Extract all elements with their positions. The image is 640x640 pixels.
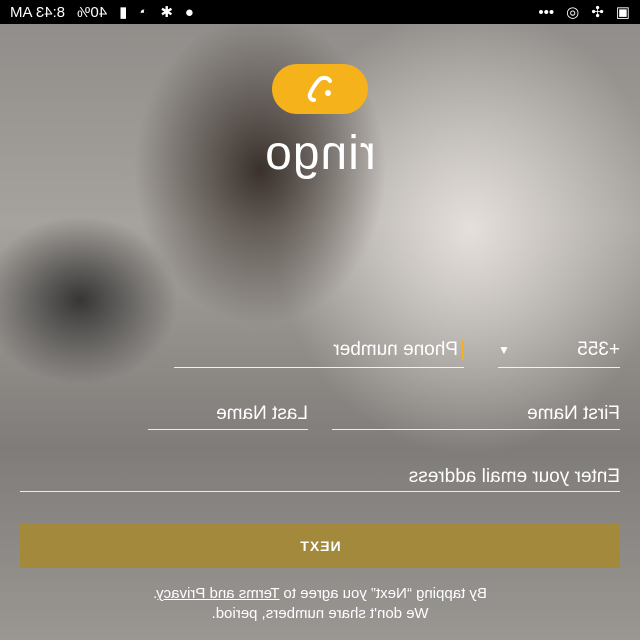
phone-handset-icon: [307, 75, 332, 102]
wifi-icon: ◔: [139, 3, 149, 21]
next-button-label: NEXT: [299, 538, 341, 554]
logo-area: ringo: [0, 64, 640, 181]
phone-placeholder: Phone number: [333, 338, 458, 360]
legal-notice: By tapping “Next” you agree to Terms and…: [20, 584, 620, 624]
battery-icon: ▮: [119, 4, 128, 21]
image-icon: ▣: [615, 4, 630, 21]
last-name-placeholder: Last Name: [216, 402, 308, 424]
chevron-down-icon: ▼: [498, 342, 510, 357]
app-screen: ▣ ✣ ◎ ••• ● ✱ ◔ ▮ 40% 8:43 AM ringo +355…: [0, 0, 640, 640]
next-button[interactable]: NEXT: [20, 524, 620, 568]
first-name-input[interactable]: First Name: [332, 398, 620, 430]
logo-badge: [272, 64, 368, 114]
location-icon: ●: [184, 3, 195, 21]
country-code-value: +355: [577, 338, 620, 360]
legal-prefix: By tapping “Next” you agree to: [283, 585, 487, 602]
email-placeholder: Enter your email address: [408, 465, 620, 487]
last-name-input[interactable]: Last Name: [148, 398, 308, 430]
status-right: ● ✱ ◔ ▮ 40% 8:43 AM: [10, 3, 195, 22]
first-name-placeholder: First Name: [527, 402, 620, 424]
legal-line-1: By tapping “Next” you agree to Terms and…: [20, 584, 620, 604]
country-code-selector[interactable]: +355 ▼: [498, 332, 620, 368]
more-icon: •••: [538, 3, 555, 21]
mirrored-content: ▣ ✣ ◎ ••• ● ✱ ◔ ▮ 40% 8:43 AM ringo +355…: [0, 0, 640, 640]
status-left: ▣ ✣ ◎ •••: [538, 3, 630, 22]
status-bar: ▣ ✣ ◎ ••• ● ✱ ◔ ▮ 40% 8:43 AM: [0, 0, 640, 24]
brand-name: ringo: [264, 127, 376, 180]
email-input[interactable]: Enter your email address: [20, 462, 620, 492]
terms-privacy-link[interactable]: Terms and Privacy: [157, 585, 279, 602]
battery-percent: 40%: [77, 3, 108, 21]
bluetooth-icon: ✱: [160, 4, 173, 21]
fan-icon: ✣: [591, 4, 604, 21]
text-cursor: [462, 339, 464, 360]
status-time: 8:43 AM: [10, 3, 66, 21]
legal-line-2: We don't share numbers, period.: [211, 605, 429, 622]
phone-number-input[interactable]: Phone number: [174, 332, 464, 368]
legal-suffix: .: [153, 585, 158, 602]
sync-icon: ◎: [566, 4, 580, 21]
